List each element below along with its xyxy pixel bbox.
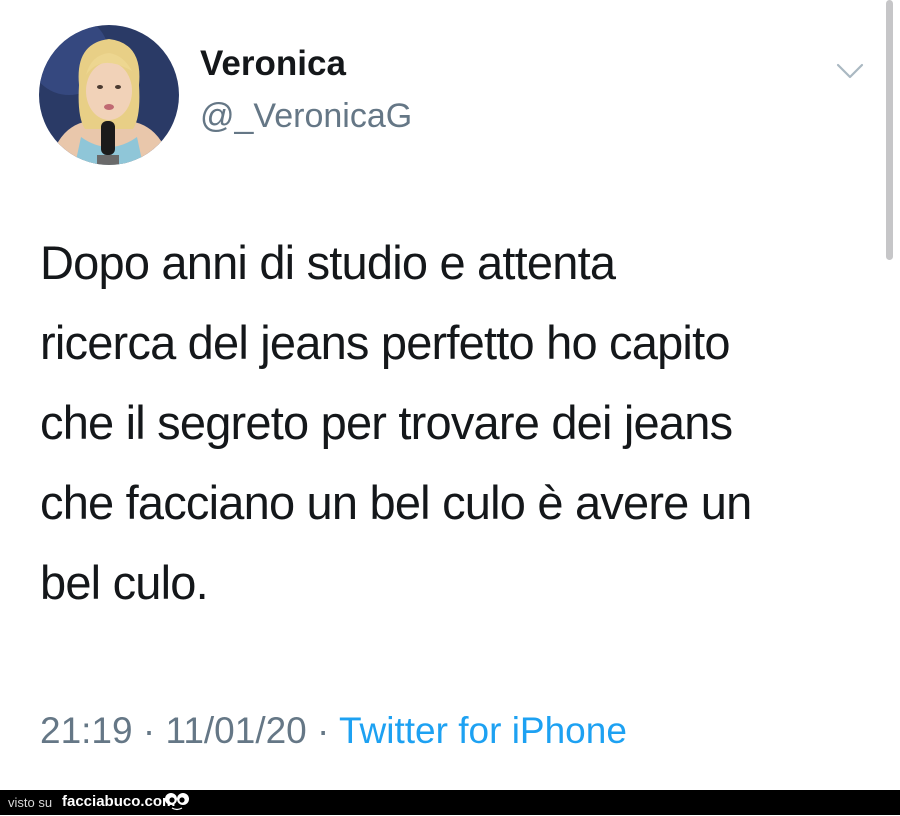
- tweet-text: Dopo anni di studio e attenta ricerca de…: [40, 223, 880, 623]
- tweet-date: 11/01/20: [165, 710, 307, 751]
- separator: ·: [317, 710, 330, 751]
- watermark-bar: visto su facciabuco.com: [0, 790, 900, 815]
- chevron-down-icon[interactable]: [832, 56, 868, 86]
- tweet-time: 21:19: [40, 710, 133, 751]
- scrollbar[interactable]: [886, 0, 893, 260]
- tweet-text-line: Dopo anni di studio e attenta: [40, 236, 616, 289]
- display-name[interactable]: Veronica: [200, 46, 346, 81]
- visto-su-label: visto su: [8, 795, 53, 810]
- user-handle[interactable]: @_VeronicaG: [200, 99, 412, 133]
- tweet-text-line: che facciano un bel culo è avere un: [40, 476, 752, 529]
- tweet-metadata: 21:19 · 11/01/20 · Twitter for iPhone: [40, 712, 627, 749]
- separator: ·: [142, 710, 156, 751]
- tweet-card: Veronica @_VeronicaG Dopo anni di studio…: [0, 0, 900, 790]
- site-link[interactable]: facciabuco.com: [62, 793, 175, 810]
- avatar[interactable]: [39, 25, 179, 165]
- tweet-text-line: bel culo.: [40, 556, 209, 609]
- tweet-text-line: che il segreto per trovare dei jeans: [40, 396, 733, 449]
- tweet-text-line: ricerca del jeans perfetto ho capito: [40, 316, 730, 369]
- facciabuco-eyes-logo-icon: [164, 791, 190, 811]
- tweet-source-link[interactable]: Twitter for iPhone: [339, 710, 627, 751]
